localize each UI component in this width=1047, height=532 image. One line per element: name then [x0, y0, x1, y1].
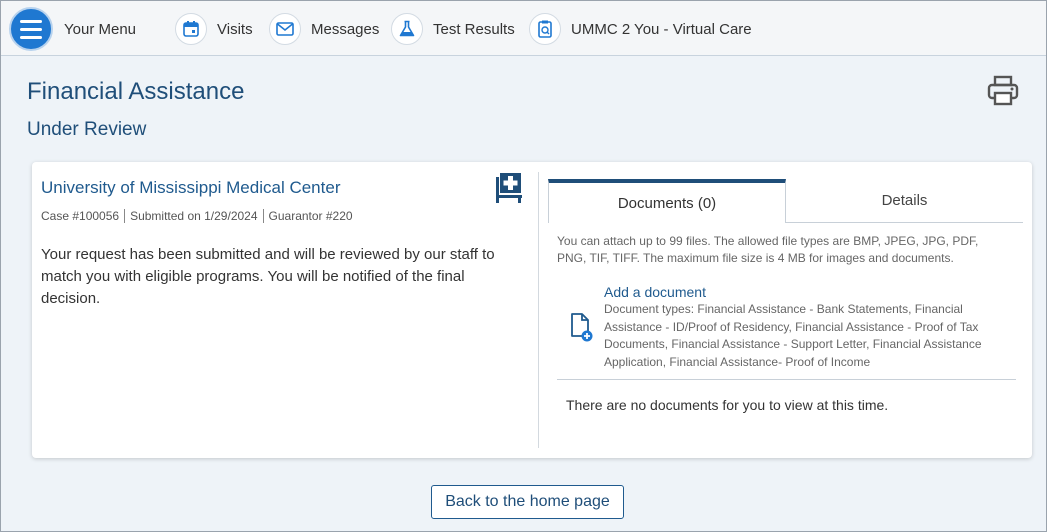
page-title: Financial Assistance	[27, 78, 245, 105]
empty-documents-message: There are no documents for you to view a…	[566, 397, 889, 413]
add-document-icon[interactable]	[569, 312, 593, 342]
guarantor-number: Guarantor #220	[262, 209, 358, 223]
back-to-home-button[interactable]: Back to the home page	[431, 485, 624, 519]
envelope-icon	[269, 13, 301, 45]
status-heading: Under Review	[27, 119, 147, 140]
nav-label: UMMC 2 You - Virtual Care	[571, 20, 752, 38]
organization-name: University of Mississippi Medical Center	[41, 178, 341, 197]
nav-item-visits[interactable]: Visits	[175, 13, 253, 45]
nav-label: Visits	[217, 20, 253, 38]
your-menu-link[interactable]: Your Menu	[64, 14, 136, 44]
tab-documents[interactable]: Documents (0)	[548, 179, 786, 223]
hamburger-icon	[20, 19, 42, 23]
request-summary: University of Mississippi Medical Center…	[32, 162, 539, 458]
tab-details[interactable]: Details	[786, 179, 1023, 223]
calendar-icon	[175, 13, 207, 45]
financial-assistance-card: University of Mississippi Medical Center…	[32, 162, 1032, 458]
hamburger-icon-bar	[20, 35, 42, 39]
flask-icon	[391, 13, 423, 45]
case-number: Case #100056	[41, 209, 120, 223]
tab-bar: Documents (0) Details	[548, 179, 1023, 223]
nav-item-test-results[interactable]: Test Results	[391, 13, 515, 45]
nav-label: Test Results	[433, 20, 515, 38]
upload-info: You can attach up to 99 files. The allow…	[557, 234, 979, 265]
hospital-icon	[496, 173, 522, 203]
virtual-care-icon	[529, 13, 561, 45]
document-types: Document types: Financial Assistance - B…	[604, 302, 982, 369]
submitted-date: Submitted on 1/29/2024	[124, 209, 262, 223]
nav-item-virtual-care[interactable]: UMMC 2 You - Virtual Care	[529, 13, 752, 45]
nav-item-messages[interactable]: Messages	[269, 13, 380, 45]
menu-button[interactable]	[9, 7, 53, 51]
hamburger-icon-bar	[20, 27, 42, 31]
print-button[interactable]	[985, 73, 1021, 109]
divider	[538, 172, 539, 448]
printer-icon	[987, 75, 1019, 106]
nav-label: Messages	[311, 20, 380, 38]
top-nav: Your Menu Visits Messages Test Results U…	[1, 1, 1046, 56]
request-meta: Case #100056 Submitted on 1/29/2024 Guar…	[41, 209, 358, 223]
add-document-link[interactable]: Add a document	[604, 284, 706, 300]
your-menu-label: Your Menu	[64, 20, 136, 38]
status-message: Your request has been submitted and will…	[41, 246, 495, 307]
divider	[557, 379, 1016, 380]
